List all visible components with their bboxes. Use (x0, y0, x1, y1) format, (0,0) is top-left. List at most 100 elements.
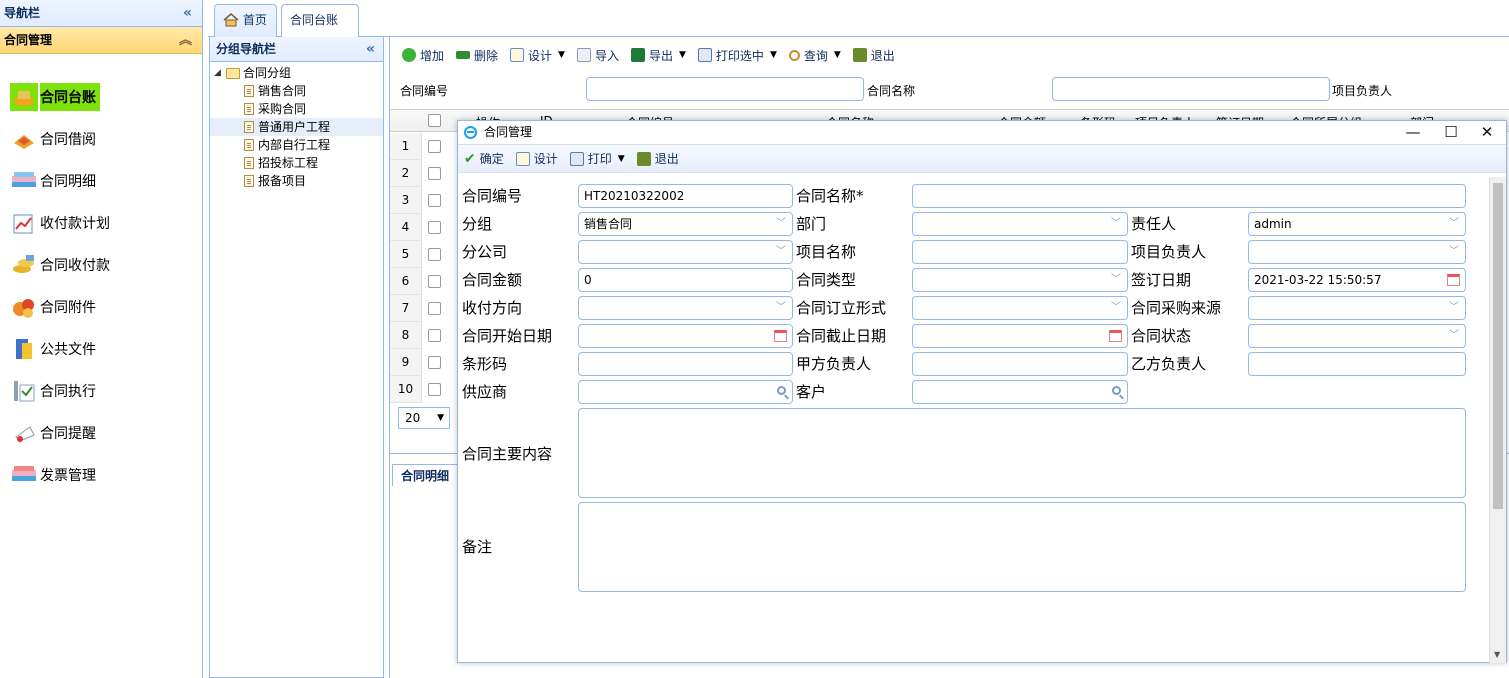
tree-node-root[interactable]: ◢ 合同分组 (210, 64, 383, 82)
purchase-source-select[interactable]: ﹀ (1248, 296, 1466, 320)
tree-node[interactable]: 普通用户工程 (210, 118, 383, 136)
nav-item-execution[interactable]: 合同执行 (0, 370, 202, 412)
tab-contract-detail[interactable]: 合同明细 (392, 464, 459, 486)
chevron-down-icon[interactable]: ﹀ (770, 213, 792, 235)
tree-node[interactable]: 内部自行工程 (210, 136, 383, 154)
tree-node[interactable]: 采购合同 (210, 100, 383, 118)
form-select[interactable]: ﹀ (912, 296, 1128, 320)
row-number: 4 (390, 214, 422, 241)
nav-item-reminder[interactable]: 合同提醒 (0, 412, 202, 454)
calendar-icon[interactable] (1447, 274, 1460, 286)
exit-button[interactable]: 退出 (852, 47, 895, 64)
owner-select[interactable]: admin ﹀ (1248, 212, 1466, 236)
dialog-print-button[interactable]: 打印 ▼ (569, 150, 625, 167)
row-number: 5 (390, 241, 422, 268)
row-checkbox[interactable] (428, 302, 441, 315)
project-lead-select[interactable]: ﹀ (1248, 240, 1466, 264)
calendar-icon[interactable] (1109, 330, 1122, 342)
chevron-down-icon[interactable]: ﹀ (1105, 297, 1127, 319)
close-icon[interactable]: ✕ (1472, 121, 1502, 143)
end-date-input[interactable] (912, 324, 1128, 348)
search-contract-no-input[interactable] (586, 77, 864, 101)
branch-select[interactable]: ﹀ (578, 240, 793, 264)
sign-date-input[interactable]: 2021-03-22 15:50:57 (1248, 268, 1466, 292)
expand-icon[interactable]: ◢ (214, 64, 226, 82)
nav-item-invoice[interactable]: 发票管理 (0, 454, 202, 496)
nav-item-attachment[interactable]: 合同附件 (0, 286, 202, 328)
minimize-icon[interactable]: — (1398, 121, 1428, 143)
row-checkbox[interactable] (428, 167, 441, 180)
search-icon[interactable] (1112, 386, 1121, 395)
chevron-down-icon[interactable]: ﹀ (1443, 241, 1465, 263)
contract-no-input[interactable]: HT20210322002 (578, 184, 793, 208)
chevron-down-icon[interactable]: ﹀ (1443, 213, 1465, 235)
collapse-group-icon[interactable]: « (366, 37, 375, 61)
query-button[interactable]: 查询 ▼ (788, 47, 841, 64)
tree-node[interactable]: 销售合同 (210, 82, 383, 100)
print-label: 打印选中 (715, 48, 764, 63)
contract-name-input[interactable] (912, 184, 1466, 208)
amount-input[interactable]: 0 (578, 268, 793, 292)
maximize-icon[interactable]: ☐ (1436, 121, 1466, 143)
tab-home[interactable]: 首页 (214, 4, 277, 37)
export-button[interactable]: 导出 ▼ (630, 47, 686, 64)
import-button[interactable]: 导入 (576, 47, 619, 64)
scrollbar-thumb[interactable] (1493, 183, 1503, 509)
delete-button[interactable]: 删除 (456, 47, 498, 64)
row-checkbox[interactable] (428, 383, 441, 396)
group-select[interactable]: 销售合同 ﹀ (578, 212, 793, 236)
row-checkbox[interactable] (428, 329, 441, 342)
nav-item-payment-plan[interactable]: 收付款计划 (0, 202, 202, 244)
select-all-checkbox[interactable] (428, 114, 441, 127)
contract-type-select[interactable]: ﹀ (912, 268, 1128, 292)
tree-node[interactable]: 报备项目 (210, 172, 383, 190)
add-button[interactable]: 增加 (402, 47, 444, 64)
row-checkbox[interactable] (428, 140, 441, 153)
tree-node[interactable]: 招投标工程 (210, 154, 383, 172)
nav-item-ledger[interactable]: 合同台账 (0, 76, 202, 118)
barcode-input[interactable] (578, 352, 793, 376)
row-checkbox[interactable] (428, 194, 441, 207)
remark-textarea[interactable] (578, 502, 1466, 592)
dialog-exit-button[interactable]: 退出 (636, 150, 679, 167)
pay-direction-select[interactable]: ﹀ (578, 296, 793, 320)
chevron-down-icon[interactable]: ﹀ (770, 297, 792, 319)
page-size-select[interactable]: 20 ▼ (398, 407, 450, 429)
chevron-down-icon[interactable]: ﹀ (1443, 325, 1465, 347)
row-checkbox[interactable] (428, 275, 441, 288)
row-checkbox[interactable] (428, 356, 441, 369)
chevron-down-icon[interactable]: ﹀ (1105, 213, 1127, 235)
chevron-down-icon[interactable]: ﹀ (1443, 297, 1465, 319)
customer-input[interactable] (912, 380, 1128, 404)
search-icon[interactable] (777, 386, 786, 395)
dialog-scrollbar[interactable]: ▼ (1489, 177, 1506, 663)
confirm-button[interactable]: ✔ 确定 (464, 150, 504, 167)
main-content-textarea[interactable] (578, 408, 1466, 498)
collapse-up-icon[interactable]: ︽ (179, 27, 192, 54)
print-selected-button[interactable]: 打印选中 ▼ (697, 47, 777, 64)
collapse-left-icon[interactable]: « (183, 0, 192, 27)
design-button[interactable]: 设计 ▼ (510, 47, 565, 64)
chevron-down-icon[interactable]: ﹀ (770, 241, 792, 263)
calendar-icon[interactable] (774, 330, 787, 342)
nav-group-title[interactable]: 合同管理 ︽ (0, 27, 202, 54)
supplier-input[interactable] (578, 380, 793, 404)
status-select[interactable]: ﹀ (1248, 324, 1466, 348)
row-checkbox[interactable] (428, 248, 441, 261)
party-a-input[interactable] (912, 352, 1128, 376)
scroll-down-icon[interactable]: ▼ (1494, 650, 1500, 659)
dialog-design-button[interactable]: 设计 (515, 150, 558, 167)
party-b-input[interactable] (1248, 352, 1466, 376)
tab-ledger[interactable]: 合同台账 × (281, 4, 359, 57)
project-name-input[interactable] (912, 240, 1128, 264)
row-checkbox[interactable] (428, 221, 441, 234)
nav-item-public-file[interactable]: 公共文件 (0, 328, 202, 370)
nav-item-detail[interactable]: 合同明细 (0, 160, 202, 202)
chevron-down-icon[interactable]: ﹀ (1105, 269, 1127, 291)
search-contract-name-input[interactable] (1052, 77, 1330, 101)
folder-icon (226, 67, 240, 79)
nav-item-borrow[interactable]: 合同借阅 (0, 118, 202, 160)
nav-item-payment[interactable]: 合同收付款 (0, 244, 202, 286)
start-date-input[interactable] (578, 324, 793, 348)
department-select[interactable]: ﹀ (912, 212, 1128, 236)
